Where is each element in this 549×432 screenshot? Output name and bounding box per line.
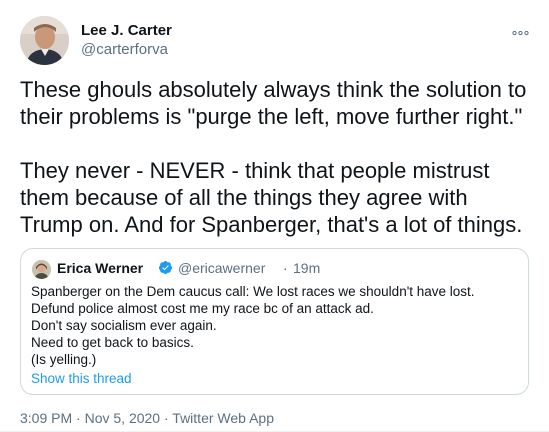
quoted-line: Defund police almost cost me my race bc …	[31, 301, 374, 316]
quoted-author-name[interactable]: Erica Werner	[57, 260, 143, 276]
meta-separator: ·	[76, 410, 81, 426]
author-name[interactable]: Lee J. Carter	[81, 22, 172, 39]
tweet-time[interactable]: 3:09 PM	[20, 410, 72, 426]
author-handle[interactable]: @carterforva	[81, 41, 168, 58]
author-avatar[interactable]	[20, 16, 69, 65]
quoted-timestamp[interactable]: 19m	[293, 260, 320, 276]
tweet-paragraph: These ghouls absolutely always think the…	[20, 77, 527, 129]
tweet-metadata: 3:09 PM · Nov 5, 2020 · Twitter Web App	[20, 410, 274, 426]
meta-separator: ·	[163, 410, 169, 426]
tweet-card: Lee J. Carter @carterforva These ghouls …	[0, 0, 549, 432]
quoted-text: Spanberger on the Dem caucus call: We lo…	[31, 283, 521, 368]
quoted-author-avatar[interactable]	[32, 260, 51, 279]
quoted-line: Don't say socialism ever again.	[31, 318, 217, 333]
tweet-source[interactable]: Twitter Web App	[172, 410, 274, 426]
tweet-paragraph: They never - NEVER - think that people m…	[20, 158, 523, 237]
quoted-line: (Is yelling.)	[31, 352, 97, 367]
verified-badge-icon	[158, 260, 173, 275]
more-dots-icon	[512, 30, 529, 36]
quoted-author-handle[interactable]: @ericawerner	[178, 260, 265, 276]
profile-photo-icon	[20, 16, 69, 65]
tweet-date[interactable]: Nov 5, 2020	[85, 410, 161, 426]
quoted-separator: ·	[283, 260, 288, 276]
profile-photo-icon	[32, 260, 51, 279]
show-thread-link[interactable]: Show this thread	[31, 371, 132, 386]
tweet-text: These ghouls absolutely always think the…	[20, 76, 530, 238]
quoted-line: Need to get back to basics.	[31, 335, 194, 350]
quoted-tweet[interactable]: Erica Werner @ericawerner · 19m Spanberg…	[20, 248, 529, 395]
more-options-icon[interactable]	[512, 23, 529, 39]
quoted-line: Spanberger on the Dem caucus call: We lo…	[31, 284, 475, 299]
